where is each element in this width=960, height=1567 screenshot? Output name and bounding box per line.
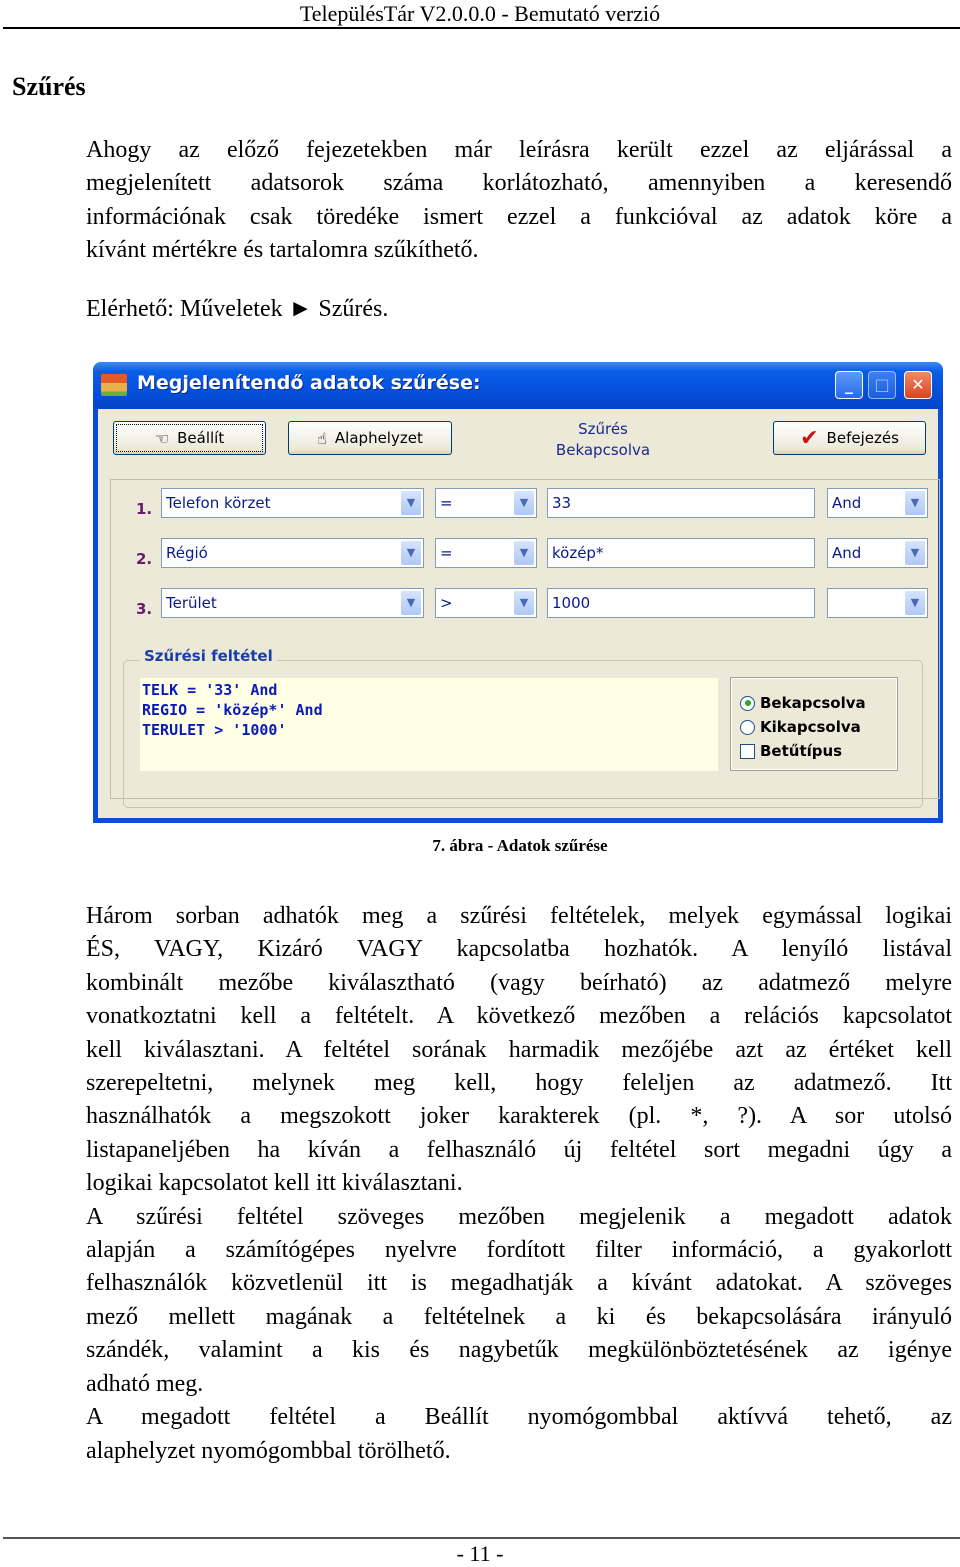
group-label: Szűrési feltétel: [140, 647, 277, 665]
text-line: szándék, valamint a kis és nagybetűk meg…: [86, 1337, 952, 1364]
page-header: TelepülésTár V2.0.0.0 - Bemutató verzió: [299, 1, 661, 26]
chevron-down-icon[interactable]: ▼: [514, 591, 534, 615]
figure-caption: 7. ábra - Adatok szűrése: [432, 836, 608, 855]
reset-button-label: Alaphelyzet: [334, 429, 423, 447]
text-line: adható meg.: [86, 1370, 204, 1397]
field-select[interactable]: Telefon körzet ▼: [161, 488, 424, 518]
expression-line: REGIO = 'közép*' And: [142, 701, 323, 719]
field-select[interactable]: Régió ▼: [161, 538, 424, 568]
row-number: 2.: [136, 550, 153, 568]
minimize-button[interactable]: _: [835, 371, 863, 399]
field-select[interactable]: Terület ▼: [161, 588, 424, 618]
header-divider: [3, 27, 960, 29]
text-line: listapaneljében ha kíván a felhasználó ú…: [86, 1136, 952, 1163]
maximize-button[interactable]: □: [868, 371, 896, 399]
text-line: információnak csak töredéke ismert ezzel…: [86, 203, 952, 230]
logic-select[interactable]: ▼: [827, 588, 928, 618]
status-value: Bekapcsolva: [555, 441, 651, 459]
operator-select[interactable]: > ▼: [435, 588, 537, 618]
raised-hand-icon: ☝: [317, 428, 327, 448]
pointing-hand-icon: ☜: [154, 428, 170, 448]
radio-selected-icon[interactable]: [740, 695, 755, 711]
filter-options: Bekapcsolva Kikapcsolva Betűtípus: [730, 677, 898, 771]
value-input[interactable]: 33: [547, 488, 815, 518]
chevron-down-icon[interactable]: ▼: [905, 491, 925, 515]
text-line: A szűrési feltétel szöveges mezőben megj…: [86, 1203, 952, 1230]
status-label: Szűrés: [578, 420, 628, 438]
text-line: használhatók a megszokott joker karakter…: [86, 1103, 952, 1130]
logic-select[interactable]: And ▼: [827, 488, 928, 518]
text-line: kombinált mezőbe kiválasztható (vagy beí…: [86, 969, 952, 996]
text-line: alaphelyzet nyomógombbal törölhető.: [86, 1437, 451, 1464]
expression-line: TELK = '33' And: [142, 681, 278, 699]
text-line: kell kiválasztani. A feltétel sorának ha…: [86, 1036, 952, 1063]
operator-value: >: [440, 594, 453, 612]
chevron-down-icon[interactable]: ▼: [401, 491, 421, 515]
filter-status: Szűrés Bekapcsolva: [528, 419, 678, 461]
text-line: mező mellett magának a feltételnek a ki …: [86, 1303, 952, 1330]
case-checkbox[interactable]: Betűtípus: [732, 739, 896, 763]
operator-value: =: [440, 544, 453, 562]
radio-on[interactable]: Bekapcsolva: [732, 691, 896, 715]
text-line: alapján a számítógépes nyelvre fordított…: [86, 1237, 952, 1264]
operator-select[interactable]: = ▼: [435, 488, 537, 518]
dialog-title: Megjelenítendő adatok szűrése:: [137, 372, 481, 394]
section-title: Szűrés: [12, 72, 86, 101]
dialog-titlebar[interactable]: Megjelenítendő adatok szűrése: _ □ ✕: [93, 362, 943, 409]
value-input[interactable]: 1000: [547, 588, 815, 618]
text-line: ÉS, VAGY, Kizáró VAGY kapcsolatba hozhat…: [86, 936, 952, 963]
reset-button[interactable]: ☝ Alaphelyzet: [288, 421, 452, 455]
text-line: felhasználók közvetlenül itt is megadhat…: [86, 1270, 952, 1297]
chevron-down-icon[interactable]: ▼: [401, 541, 421, 565]
close-button[interactable]: ✕: [904, 371, 932, 399]
radio-off-label: Kikapcsolva: [760, 718, 861, 736]
checkbox-label: Betűtípus: [760, 742, 843, 760]
row-number: 1.: [136, 500, 153, 518]
logic-value: And: [832, 544, 862, 562]
field-value: Telefon körzet: [166, 494, 271, 512]
text-line: vonatkoztatni kell a feltételt. A követk…: [86, 1003, 952, 1030]
done-button-label: Befejezés: [826, 429, 899, 447]
dialog-body: ☜ Beállít ☝ Alaphelyzet Szűrés Bekapcsol…: [98, 409, 940, 818]
intro-paragraph: Ahogy az előző fejezetekben már leírásra…: [86, 134, 952, 268]
value-input[interactable]: közép*: [547, 538, 815, 568]
text-line: logikai kapcsolatot kell itt kiválasztan…: [86, 1170, 463, 1197]
chevron-down-icon[interactable]: ▼: [401, 591, 421, 615]
body-paragraph: Három sorban adhatók meg a szűrési felté…: [86, 900, 952, 1468]
app-icon: [101, 374, 127, 396]
field-value: Terület: [166, 594, 217, 612]
radio-off[interactable]: Kikapcsolva: [732, 715, 896, 739]
text-line: Három sorban adhatók meg a szűrési felté…: [86, 903, 952, 929]
chevron-down-icon[interactable]: ▼: [514, 491, 534, 515]
operator-select[interactable]: = ▼: [435, 538, 537, 568]
text-line: szerepeltetni, melynek meg kell, hogy fe…: [86, 1070, 952, 1097]
text-line: Ahogy az előző fejezetekben már leírásra…: [86, 137, 952, 163]
text-line: A megadott feltétel a Beállít nyomógombb…: [86, 1404, 952, 1431]
expression-line: TERULET > '1000': [142, 721, 287, 739]
field-value: Régió: [166, 544, 208, 562]
row-number: 3.: [136, 600, 153, 618]
chevron-down-icon[interactable]: ▼: [514, 541, 534, 565]
text-line: kívánt mértékre és tartalomra szűkíthető…: [86, 237, 479, 264]
set-button[interactable]: ☜ Beállít: [113, 421, 266, 455]
chevron-down-icon[interactable]: ▼: [905, 541, 925, 565]
checkmark-icon: ✔: [800, 425, 819, 451]
logic-value: And: [832, 494, 862, 512]
radio-icon[interactable]: [740, 719, 755, 735]
page-number: - 11 -: [456, 1541, 504, 1566]
menu-path: Elérhető: Műveletek ► Szűrés.: [86, 296, 389, 322]
checkbox-icon[interactable]: [740, 743, 755, 759]
filter-dialog: Megjelenítendő adatok szűrése: _ □ ✕ ☜ B…: [93, 362, 943, 823]
done-button[interactable]: ✔ Befejezés: [773, 421, 926, 455]
footer-divider: [3, 1537, 960, 1539]
logic-select[interactable]: And ▼: [827, 538, 928, 568]
text-line: megjelenített adatsorok száma korlátozha…: [86, 170, 952, 197]
filter-expression-textarea[interactable]: TELK = '33' And REGIO = 'közép*' And TER…: [140, 678, 718, 771]
radio-on-label: Bekapcsolva: [760, 694, 866, 712]
chevron-down-icon[interactable]: ▼: [905, 591, 925, 615]
operator-value: =: [440, 494, 453, 512]
set-button-label: Beállít: [177, 429, 225, 447]
